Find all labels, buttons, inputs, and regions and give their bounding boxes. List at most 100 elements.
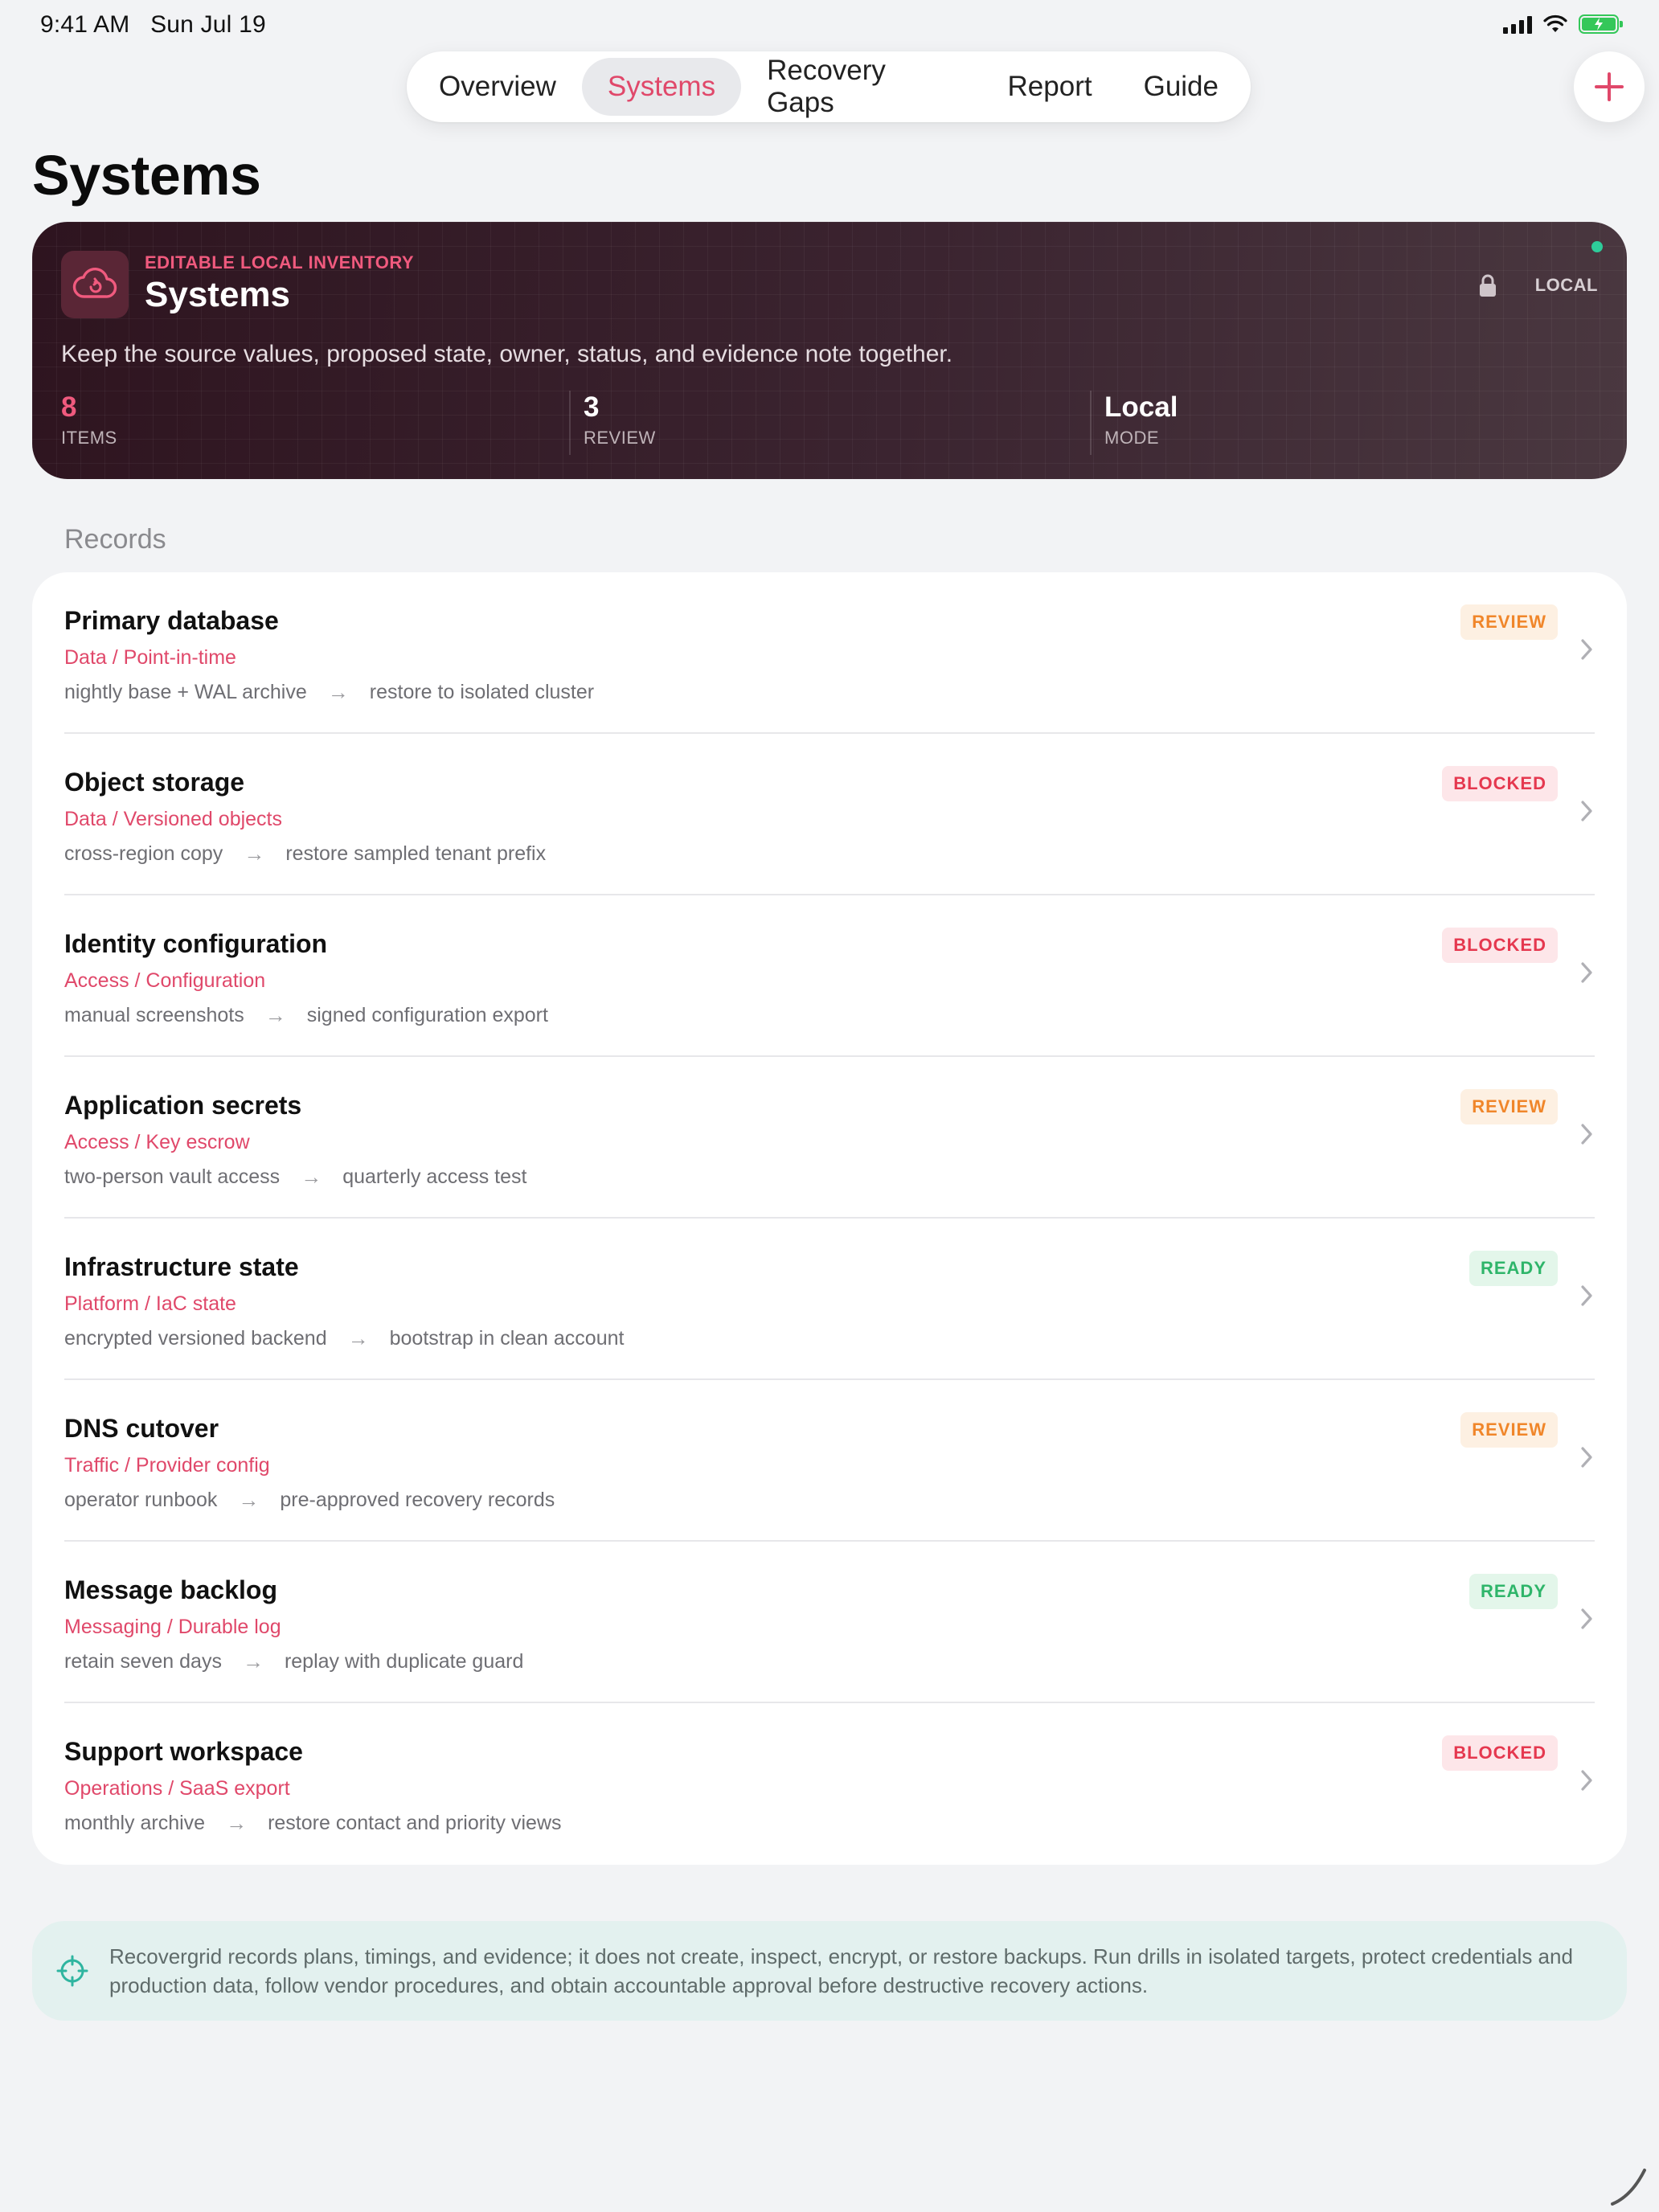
stat-items-label: ITEMS bbox=[61, 428, 117, 448]
record-flow: retain seven days → replay with duplicat… bbox=[64, 1649, 523, 1674]
record-title: Primary database bbox=[64, 606, 279, 635]
record-source: nightly base + WAL archive bbox=[64, 681, 307, 703]
status-dot bbox=[1591, 241, 1603, 252]
stat-review: 3 REVIEW bbox=[569, 391, 656, 455]
record-target: restore to isolated cluster bbox=[369, 681, 595, 703]
record-row-application-secrets[interactable]: Application secrets Access / Key escrow … bbox=[64, 1057, 1595, 1219]
chevron-right-icon bbox=[1581, 801, 1592, 821]
hero-title: Systems bbox=[145, 275, 291, 314]
record-target: bootstrap in clean account bbox=[389, 1327, 625, 1350]
stat-items-value: 8 bbox=[61, 391, 77, 423]
record-title: Infrastructure state bbox=[64, 1252, 299, 1281]
status-badge: REVIEW bbox=[1460, 1412, 1558, 1448]
status-badge: BLOCKED bbox=[1442, 928, 1558, 963]
arrow-right-icon: → bbox=[238, 1488, 260, 1512]
record-category: Access / Key escrow bbox=[64, 1131, 250, 1153]
record-category: Messaging / Durable log bbox=[64, 1616, 281, 1638]
status-badge: BLOCKED bbox=[1442, 1735, 1558, 1771]
record-flow: nightly base + WAL archive → restore to … bbox=[64, 680, 594, 705]
status-bar: 9:41 AM Sun Jul 19 bbox=[0, 0, 1659, 51]
record-target: restore sampled tenant prefix bbox=[285, 842, 547, 865]
record-target: signed configuration export bbox=[306, 1004, 548, 1026]
add-button[interactable] bbox=[1574, 51, 1645, 122]
record-title: DNS cutover bbox=[64, 1414, 219, 1443]
record-title: Message backlog bbox=[64, 1575, 277, 1604]
record-target: quarterly access test bbox=[342, 1165, 527, 1188]
page-title: Systems bbox=[32, 144, 261, 207]
record-category: Data / Point-in-time bbox=[64, 646, 236, 669]
record-category: Platform / IaC state bbox=[64, 1292, 236, 1315]
stat-mode-label: MODE bbox=[1104, 428, 1159, 448]
status-badge: READY bbox=[1469, 1251, 1558, 1286]
record-flow: encrypted versioned backend → bootstrap … bbox=[64, 1326, 624, 1351]
record-category: Data / Versioned objects bbox=[64, 808, 282, 830]
arrow-right-icon: → bbox=[301, 1165, 322, 1189]
chevron-right-icon bbox=[1581, 1285, 1592, 1306]
record-row-object-storage[interactable]: Object storage Data / Versioned objects … bbox=[64, 734, 1595, 895]
arrow-right-icon: → bbox=[347, 1326, 369, 1350]
record-row-identity-configuration[interactable]: Identity configuration Access / Configur… bbox=[64, 895, 1595, 1057]
record-source: monthly archive bbox=[64, 1812, 206, 1834]
arrow-right-icon: → bbox=[327, 680, 349, 704]
hero-eyebrow: EDITABLE LOCAL INVENTORY bbox=[145, 252, 415, 272]
status-badge: READY bbox=[1469, 1574, 1558, 1609]
battery-charging-icon bbox=[1579, 14, 1623, 34]
record-row-message-backlog[interactable]: Message backlog Messaging / Durable log … bbox=[64, 1542, 1595, 1703]
record-flow: operator runbook → pre-approved recovery… bbox=[64, 1488, 555, 1513]
record-row-dns-cutover[interactable]: DNS cutover Traffic / Provider config op… bbox=[64, 1380, 1595, 1542]
chevron-right-icon bbox=[1581, 639, 1592, 660]
record-category: Access / Configuration bbox=[64, 969, 266, 992]
chevron-right-icon bbox=[1581, 1608, 1592, 1629]
record-flow: cross-region copy → restore sampled tena… bbox=[64, 842, 546, 866]
record-row-infrastructure-state[interactable]: Infrastructure state Platform / IaC stat… bbox=[64, 1219, 1595, 1380]
status-time: 9:41 AM Sun Jul 19 bbox=[40, 11, 266, 39]
record-flow: manual screenshots → signed configuratio… bbox=[64, 1003, 548, 1028]
record-title: Application secrets bbox=[64, 1091, 302, 1120]
record-source: encrypted versioned backend bbox=[64, 1327, 327, 1350]
tab-systems[interactable]: Systems bbox=[581, 58, 742, 116]
mode-badge: LOCAL bbox=[1534, 275, 1598, 295]
record-flow: monthly archive → restore contact and pr… bbox=[64, 1811, 562, 1836]
crosshair-icon bbox=[56, 1955, 88, 1987]
section-label-records: Records bbox=[64, 524, 166, 555]
record-target: restore contact and priority views bbox=[268, 1812, 562, 1834]
stat-review-label: REVIEW bbox=[584, 428, 656, 448]
record-flow: two-person vault access → quarterly acce… bbox=[64, 1165, 526, 1190]
record-target: pre-approved recovery records bbox=[280, 1489, 555, 1511]
record-title: Object storage bbox=[64, 768, 245, 797]
status-badge: REVIEW bbox=[1460, 1089, 1558, 1124]
arrow-right-icon: → bbox=[242, 1649, 264, 1673]
arrow-right-icon: → bbox=[264, 1003, 286, 1027]
record-row-primary-database[interactable]: Primary database Data / Point-in-time ni… bbox=[64, 572, 1595, 734]
top-tab-bar: Overview Systems Recovery Gaps Report Gu… bbox=[407, 51, 1251, 122]
cellular-signal-icon bbox=[1503, 14, 1532, 34]
tab-report[interactable]: Report bbox=[982, 58, 1118, 116]
record-row-support-workspace[interactable]: Support workspace Operations / SaaS expo… bbox=[64, 1703, 1595, 1865]
record-source: cross-region copy bbox=[64, 842, 223, 865]
records-list: Primary database Data / Point-in-time ni… bbox=[32, 572, 1627, 1865]
record-category: Operations / SaaS export bbox=[64, 1777, 290, 1800]
status-badge: REVIEW bbox=[1460, 604, 1558, 640]
tab-overview[interactable]: Overview bbox=[413, 58, 582, 116]
pencil-stroke-icon bbox=[1611, 2169, 1646, 2206]
inventory-summary-card: EDITABLE LOCAL INVENTORY Systems LOCAL K… bbox=[32, 222, 1627, 479]
stat-mode: Local MODE bbox=[1090, 391, 1178, 455]
hero-description: Keep the source values, proposed state, … bbox=[61, 341, 953, 367]
stat-items: 8 ITEMS bbox=[48, 391, 117, 455]
arrow-right-icon: → bbox=[226, 1811, 248, 1835]
plus-icon bbox=[1595, 72, 1624, 101]
tab-recovery-gaps[interactable]: Recovery Gaps bbox=[741, 55, 981, 118]
status-badge: BLOCKED bbox=[1442, 766, 1558, 801]
stat-review-value: 3 bbox=[584, 391, 600, 423]
record-source: two-person vault access bbox=[64, 1165, 281, 1188]
tab-guide[interactable]: Guide bbox=[1118, 58, 1244, 116]
chevron-right-icon bbox=[1581, 1447, 1592, 1468]
hero-icon-tile bbox=[61, 251, 129, 318]
cloud-restore-icon bbox=[72, 268, 117, 298]
status-date-text: Sun Jul 19 bbox=[150, 11, 266, 38]
chevron-right-icon bbox=[1581, 962, 1592, 983]
chevron-right-icon bbox=[1581, 1770, 1592, 1791]
record-title: Identity configuration bbox=[64, 929, 328, 958]
record-source: retain seven days bbox=[64, 1650, 222, 1673]
record-title: Support workspace bbox=[64, 1737, 303, 1766]
